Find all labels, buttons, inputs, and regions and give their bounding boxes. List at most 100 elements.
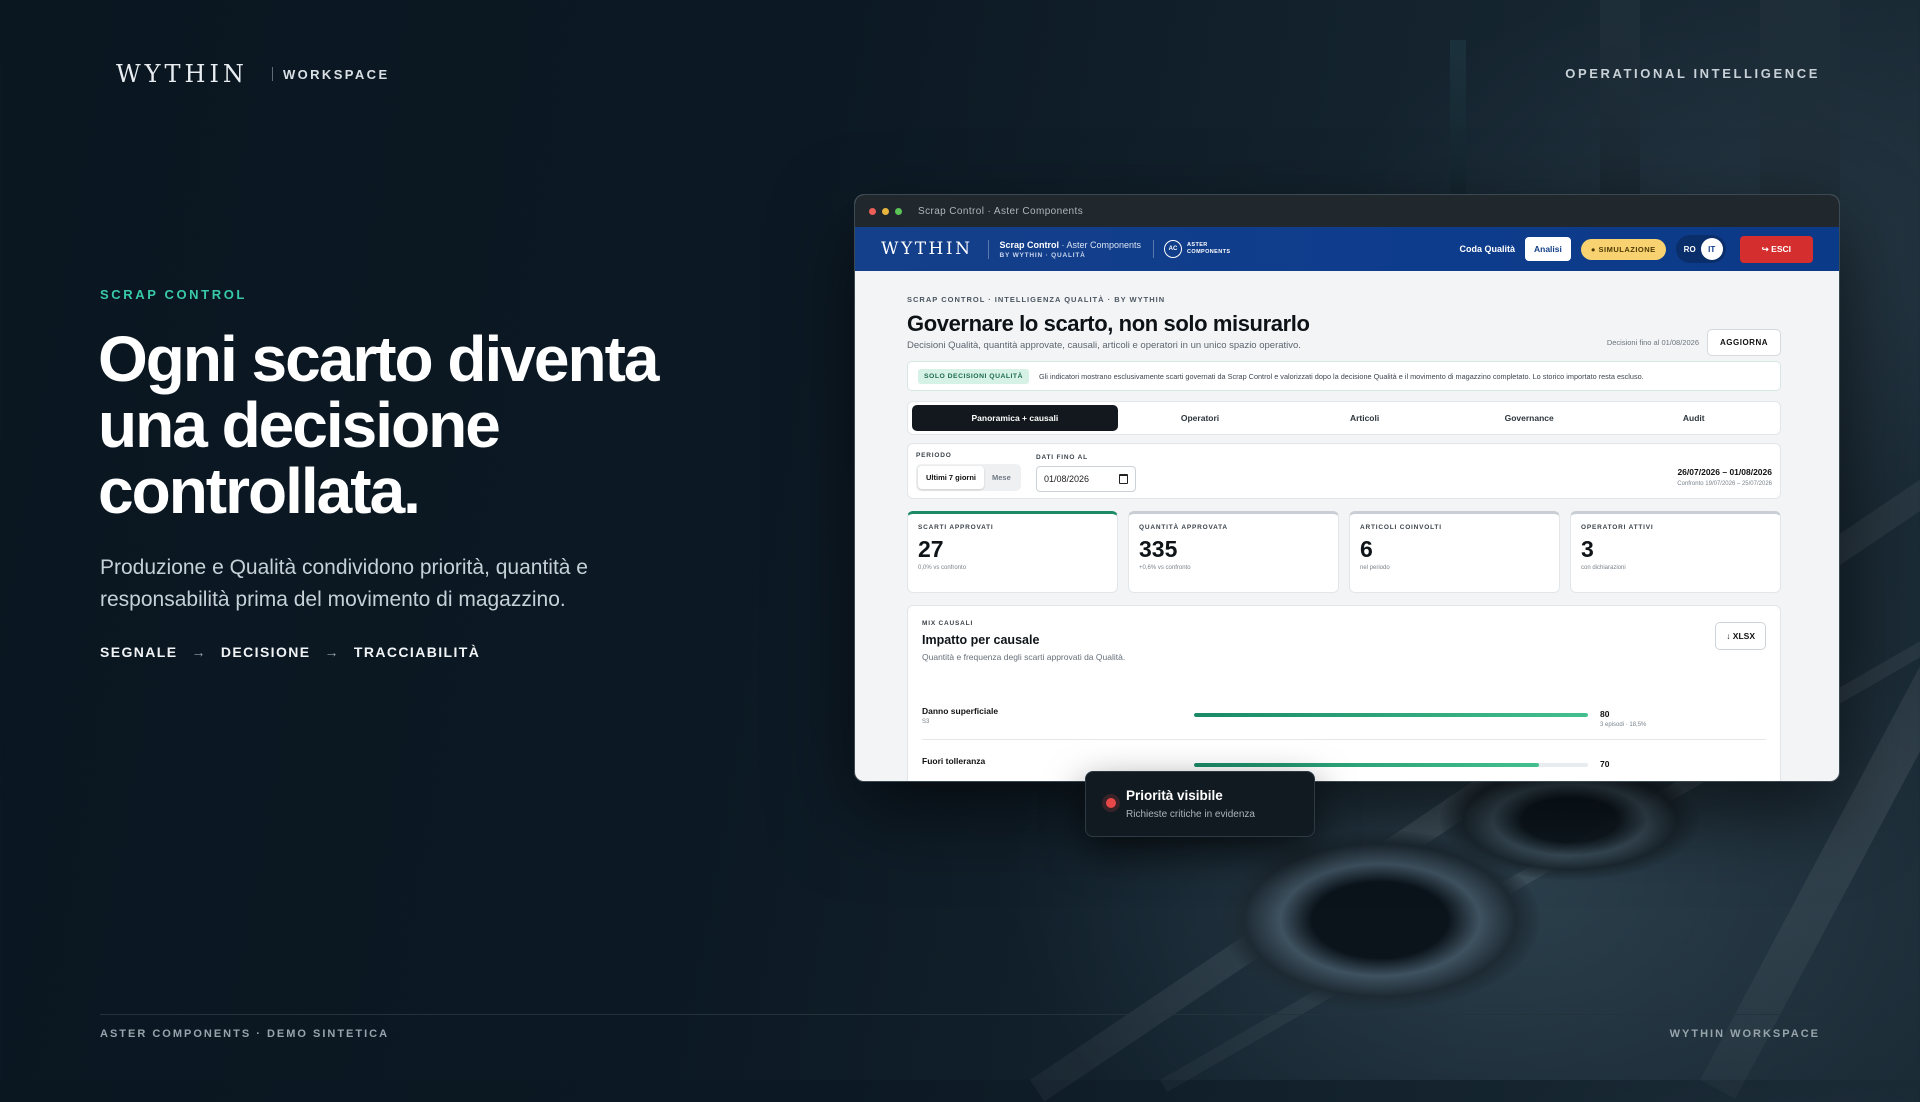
cause-name: Fuori tolleranza bbox=[922, 756, 986, 766]
language-switch: RO IT bbox=[1675, 235, 1726, 263]
kpi-card-operators: OPERATORI ATTIVI 3 con dichiarazioni bbox=[1570, 511, 1781, 593]
tab-bar: Panoramica + causali Operatori Articoli … bbox=[907, 401, 1781, 435]
info-notice: SOLO DECISIONI QUALITÀ Gli indicatori mo… bbox=[907, 361, 1781, 391]
window-titlebar: Scrap Control · Aster Components bbox=[855, 195, 1839, 227]
cause-bar-fill bbox=[1194, 763, 1539, 767]
footer-right: WYTHIN WORKSPACE bbox=[1669, 1028, 1820, 1040]
app-subtitle: BY WYTHIN · QUALITÀ bbox=[999, 251, 1086, 259]
workspace-label: WORKSPACE bbox=[282, 66, 390, 82]
client-name: ASTER COMPONENTS bbox=[1187, 242, 1231, 255]
kpi-value: 335 bbox=[1139, 536, 1178, 562]
date-value: 01/08/2026 bbox=[1044, 474, 1090, 484]
export-xlsx-button[interactable]: ↓ XLSX bbox=[1715, 622, 1766, 650]
app-titles: Scrap Control · Aster Components BY WYTH… bbox=[988, 239, 1142, 259]
causes-panel: MIX CAUSALI Impatto per causale Quantità… bbox=[907, 605, 1781, 781]
period-month-option[interactable]: Mese bbox=[984, 466, 1019, 489]
app-window: Scrap Control · Aster Components WYTHIN … bbox=[854, 194, 1840, 782]
wythin-logo: WYTHIN bbox=[116, 60, 248, 88]
kpi-label: SCARTI APPROVATI bbox=[918, 524, 994, 531]
date-label: DATI FINO AL bbox=[1036, 454, 1088, 461]
footer-divider bbox=[100, 1014, 1820, 1015]
brand-divider bbox=[271, 67, 273, 81]
notice-tag: SOLO DECISIONI QUALITÀ bbox=[918, 368, 1029, 384]
breadcrumb: SCRAP CONTROL · INTELLIGENZA QUALITÀ · B… bbox=[907, 295, 1166, 304]
kpi-row: SCARTI APPROVATI 27 0,0% vs confronto QU… bbox=[907, 511, 1781, 593]
step-traceability: TRACCIABILITÀ bbox=[353, 644, 481, 660]
close-dot-icon[interactable] bbox=[869, 207, 876, 215]
process-steps: SEGNALE → DECISIONE → TRACCIABILITÀ bbox=[100, 644, 480, 660]
kpi-note: +0,6% vs confronto bbox=[1139, 565, 1191, 571]
app-title: Scrap Control bbox=[999, 239, 1059, 250]
hero-subtitle: Produzione e Qualità condividono priorit… bbox=[100, 556, 588, 611]
cause-value: 80 bbox=[1600, 709, 1610, 719]
app-title-suffix: · Aster Components bbox=[1058, 239, 1142, 250]
exit-button[interactable]: ↪ ESCI bbox=[1739, 235, 1813, 263]
cause-value: 70 bbox=[1600, 759, 1610, 769]
mix-title: Impatto per causale bbox=[922, 633, 1040, 647]
tab-overview[interactable]: Panoramica + causali bbox=[912, 405, 1118, 431]
cause-count: S3 bbox=[922, 719, 930, 725]
date-range: 26/07/2026 – 01/08/2026 bbox=[1677, 467, 1772, 477]
period-label: PERIODO bbox=[916, 452, 952, 459]
step-signal: SEGNALE bbox=[100, 644, 178, 660]
arrow-icon: → bbox=[324, 644, 340, 660]
decisions-note: Decisioni fino al 01/08/2026 bbox=[1606, 338, 1699, 347]
tab-articles[interactable]: Articoli bbox=[1282, 405, 1447, 431]
cause-bar-fill bbox=[1194, 713, 1588, 717]
hero-headline: Ogni scarto diventa una decisione contro… bbox=[98, 323, 659, 527]
cause-name: Danno superficiale bbox=[922, 706, 999, 716]
lang-it-button[interactable]: IT bbox=[1700, 238, 1723, 260]
cause-row[interactable]: Danno superficiale S3 80 3 episodi · 18,… bbox=[922, 706, 1766, 742]
queue-link[interactable]: Coda Qualità bbox=[1459, 244, 1515, 254]
cause-bar-track bbox=[1194, 713, 1588, 717]
kpi-card-articles: ARTICOLI COINVOLTI 6 nel periodo bbox=[1349, 511, 1560, 593]
step-decision: DECISIONE bbox=[220, 644, 311, 660]
client-badge: AC bbox=[1164, 240, 1183, 258]
mix-subtitle: Quantità e frequenza degli scarti approv… bbox=[922, 652, 1126, 662]
cause-meta: 3 episodi · 18,5% bbox=[1600, 722, 1647, 728]
kpi-note: 0,0% vs confronto bbox=[918, 565, 967, 571]
tab-operators[interactable]: Operatori bbox=[1118, 405, 1283, 431]
date-input[interactable]: 01/08/2026 bbox=[1036, 466, 1136, 492]
maximize-dot-icon[interactable] bbox=[895, 207, 902, 215]
top-right-tagline: OPERATIONAL INTELLIGENCE bbox=[1565, 66, 1820, 81]
tab-audit[interactable]: Audit bbox=[1611, 405, 1776, 431]
kpi-card-approved-quantity: QUANTITÀ APPROVATA 335 +0,6% vs confront… bbox=[1128, 511, 1339, 593]
calendar-icon[interactable] bbox=[1119, 474, 1128, 484]
kpi-note: con dichiarazioni bbox=[1581, 565, 1626, 571]
kpi-value: 3 bbox=[1581, 536, 1594, 562]
period-7-days-option[interactable]: Ultimi 7 giorni bbox=[918, 466, 985, 489]
lang-ro-button[interactable]: RO bbox=[1679, 238, 1701, 260]
kpi-value: 6 bbox=[1360, 536, 1373, 562]
app-logo[interactable]: WYTHIN bbox=[881, 239, 972, 259]
brand[interactable]: WYTHIN WORKSPACE bbox=[116, 60, 390, 88]
row-divider bbox=[922, 739, 1766, 740]
analysis-button[interactable]: Analisi bbox=[1525, 237, 1571, 261]
kpi-value: 27 bbox=[918, 536, 944, 562]
minimize-dot-icon[interactable] bbox=[882, 207, 889, 215]
mix-kicker: MIX CAUSALI bbox=[922, 620, 974, 627]
alert-dot-icon bbox=[1106, 798, 1116, 808]
app-body: SCRAP CONTROL · INTELLIGENZA QUALITÀ · B… bbox=[855, 271, 1839, 781]
toast-subtitle: Richieste critiche in evidenza bbox=[1126, 809, 1255, 820]
period-filter: PERIODO Ultimi 7 giorni Mese DATI FINO A… bbox=[907, 443, 1781, 499]
kpi-label: ARTICOLI COINVOLTI bbox=[1360, 524, 1442, 531]
kpi-label: QUANTITÀ APPROVATA bbox=[1139, 524, 1228, 531]
simulation-label: SIMULAZIONE bbox=[1598, 244, 1656, 254]
tab-governance[interactable]: Governance bbox=[1447, 405, 1612, 431]
refresh-button[interactable]: AGGIORNA bbox=[1707, 329, 1781, 356]
cause-row[interactable]: Fuori tolleranza 70 bbox=[922, 756, 1766, 781]
simulation-badge[interactable]: ● SIMULAZIONE bbox=[1580, 238, 1666, 260]
notice-text: Gli indicatori mostrano esclusivamente s… bbox=[1039, 371, 1644, 381]
period-segmented-control: Ultimi 7 giorni Mese bbox=[916, 464, 1021, 491]
kpi-note: nel periodo bbox=[1360, 565, 1390, 571]
footer-left: ASTER COMPONENTS · DEMO SINTETICA bbox=[100, 1028, 390, 1040]
priority-toast[interactable]: Priorità visibile Richieste critiche in … bbox=[1085, 771, 1315, 837]
kpi-card-approved-scraps: SCARTI APPROVATI 27 0,0% vs confronto bbox=[907, 511, 1118, 593]
app-header: WYTHIN Scrap Control · Aster Components … bbox=[855, 227, 1839, 271]
compare-range: Confronto 19/07/2026 – 25/07/2026 bbox=[1677, 481, 1772, 487]
arrow-icon: → bbox=[191, 644, 207, 660]
kpi-label: OPERATORI ATTIVI bbox=[1581, 524, 1654, 531]
toast-title: Priorità visibile bbox=[1126, 788, 1223, 803]
cause-bar-track bbox=[1194, 763, 1588, 767]
